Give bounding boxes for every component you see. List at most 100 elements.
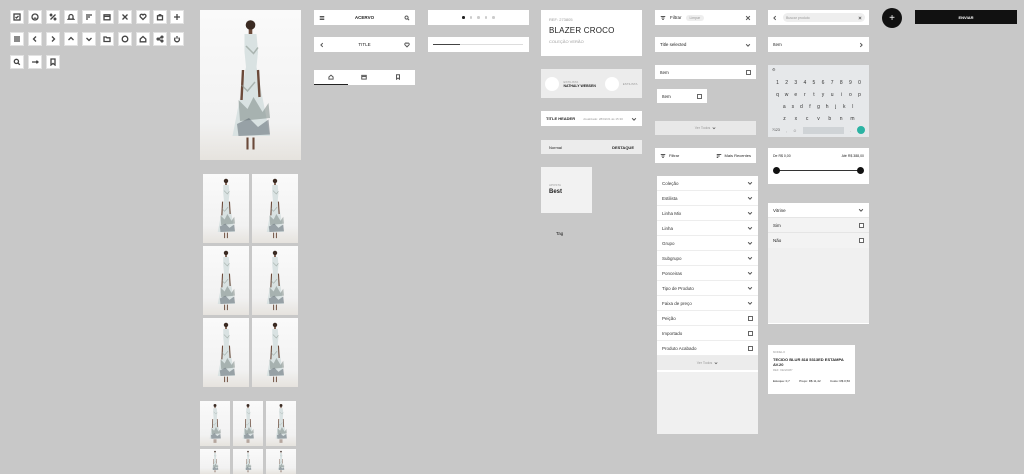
heart-icon[interactable] xyxy=(404,42,410,48)
keyboard-key[interactable]: y xyxy=(819,92,828,98)
filter-item[interactable]: Ponceiras xyxy=(657,266,758,281)
power-icon[interactable] xyxy=(170,32,184,46)
close-icon[interactable] xyxy=(745,15,751,21)
bookmark-icon[interactable] xyxy=(46,55,60,69)
highlight-tile[interactable]: APOSTA Best xyxy=(541,167,592,213)
tab-calendar-icon[interactable] xyxy=(361,74,368,80)
filter-item[interactable]: Peição xyxy=(657,311,758,326)
keyboard-key[interactable]: q xyxy=(773,92,782,98)
keyboard-key[interactable]: 0 xyxy=(855,80,864,86)
menu-icon[interactable] xyxy=(319,15,325,21)
list-item[interactable]: Item xyxy=(655,65,756,79)
pagination-dot[interactable] xyxy=(477,16,480,19)
filter-icon[interactable] xyxy=(660,15,666,21)
back-icon[interactable] xyxy=(772,15,778,21)
keyboard-key[interactable]: z xyxy=(780,116,789,122)
heart-icon[interactable] xyxy=(136,10,150,24)
keyboard-key[interactable]: u xyxy=(828,92,837,98)
chevron-up-icon[interactable] xyxy=(64,32,78,46)
keyboard-key[interactable]: j xyxy=(831,104,840,110)
keyboard-key[interactable]: 7 xyxy=(828,80,837,86)
checkbox-icon[interactable] xyxy=(10,10,24,24)
designer-item[interactable]: ESTILISTA NATHALY WEBSEN xyxy=(545,76,596,91)
select-dropdown[interactable]: Title selected xyxy=(655,37,756,52)
keyboard-key[interactable]: 9 xyxy=(846,80,855,86)
menu-icon[interactable] xyxy=(10,32,24,46)
product-photo-thumb[interactable] xyxy=(252,246,298,315)
chevron-down-icon[interactable] xyxy=(82,32,96,46)
bag-icon[interactable] xyxy=(153,10,167,24)
checkbox[interactable] xyxy=(746,69,751,75)
keyboard-key[interactable]: w xyxy=(782,92,791,98)
item-dropdown[interactable]: Item xyxy=(768,37,869,52)
keyboard-key[interactable]: x xyxy=(791,116,800,122)
filter-item[interactable]: Linha Mix xyxy=(657,206,758,221)
keyboard-key[interactable]: m xyxy=(848,116,857,122)
keyboard-key[interactable]: p xyxy=(855,92,864,98)
keyboard-key[interactable]: k xyxy=(840,104,849,110)
checkbox[interactable] xyxy=(697,93,702,99)
product-photo-thumb[interactable] xyxy=(203,174,249,243)
sort-button[interactable]: Mais Recentes xyxy=(716,153,751,159)
keyboard-key[interactable]: 6 xyxy=(819,80,828,86)
bell-icon[interactable] xyxy=(64,10,78,24)
tag[interactable]: Tag xyxy=(556,231,563,236)
range-handle-min[interactable] xyxy=(773,167,780,174)
keyboard-key[interactable]: l xyxy=(849,104,858,110)
search-icon[interactable] xyxy=(404,14,410,21)
product-photo-thumb[interactable] xyxy=(266,449,296,474)
keyboard-key[interactable]: g xyxy=(814,104,823,110)
arrow-right-icon[interactable] xyxy=(28,55,42,69)
pagination-dot[interactable] xyxy=(492,16,495,19)
filter-item[interactable]: Subgrupo xyxy=(657,251,758,266)
calendar-icon[interactable] xyxy=(100,10,114,24)
tab-home-icon[interactable] xyxy=(328,74,334,80)
fab-add-button[interactable]: + xyxy=(882,8,902,28)
circle-icon[interactable] xyxy=(118,32,132,46)
fabric-card[interactable]: MODELO TECIDO BLUR 818 5313ED ESTAMPA AV… xyxy=(768,345,855,394)
back-icon[interactable] xyxy=(319,42,325,48)
product-card[interactable]: REF: 273805 BLAZER CROCO COLEÇÃO VERÃO xyxy=(541,10,642,56)
product-photo-thumb[interactable] xyxy=(252,318,298,387)
checkbox[interactable] xyxy=(748,345,753,351)
toggle-destaque[interactable]: DESTAQUE xyxy=(612,145,634,150)
sort-icon[interactable] xyxy=(82,10,96,24)
keyboard-key[interactable]: 5 xyxy=(809,80,818,86)
filter-item[interactable]: Faixa de preço xyxy=(657,296,758,311)
product-photo-thumb[interactable] xyxy=(200,401,230,446)
kbd-period-key[interactable]: . xyxy=(850,128,851,133)
kbd-symbols-key[interactable]: ?123 xyxy=(772,128,780,132)
clear-icon[interactable] xyxy=(858,16,862,20)
kbd-comma-key[interactable]: , xyxy=(786,128,787,133)
vitrine-option[interactable]: Não xyxy=(768,233,869,248)
share-icon[interactable] xyxy=(153,32,167,46)
range-handle-max[interactable] xyxy=(857,167,864,174)
keyboard-key[interactable]: h xyxy=(823,104,832,110)
kbd-enter-key[interactable] xyxy=(857,126,865,134)
keyboard-key[interactable]: b xyxy=(825,116,834,122)
keyboard-key[interactable]: s xyxy=(789,104,798,110)
filter-label[interactable]: Filtrar xyxy=(670,15,682,20)
filter-item[interactable]: Estilista xyxy=(657,191,758,206)
designer-item[interactable]: ESTILISTA xyxy=(604,76,638,91)
chevron-right-icon[interactable] xyxy=(46,32,60,46)
filter-item[interactable]: Produto Acabado xyxy=(657,341,758,356)
checkbox[interactable] xyxy=(859,238,864,243)
filter-item[interactable]: Linha xyxy=(657,221,758,236)
filter-item[interactable]: Grupo xyxy=(657,236,758,251)
percent-icon[interactable] xyxy=(46,10,60,24)
product-photo-thumb[interactable] xyxy=(200,449,230,474)
chevron-left-icon[interactable] xyxy=(28,32,42,46)
close-icon[interactable] xyxy=(118,10,132,24)
keyboard-key[interactable]: o xyxy=(846,92,855,98)
kbd-emoji-icon[interactable]: ☺ xyxy=(793,128,797,133)
keyboard-key[interactable]: c xyxy=(803,116,812,122)
toggle-normal[interactable]: Normal xyxy=(549,145,562,150)
filter-item[interactable]: Tipo de Produto xyxy=(657,281,758,296)
keyboard-key[interactable]: 4 xyxy=(800,80,809,86)
kbd-gear-icon[interactable]: ⚙ xyxy=(772,67,776,72)
segmented-toggle[interactable]: Normal DESTAQUE xyxy=(541,140,642,154)
search-input[interactable]: Buscar produto xyxy=(783,13,865,22)
keyboard-key[interactable]: r xyxy=(800,92,809,98)
vitrine-header[interactable]: Vitrine xyxy=(768,203,869,218)
